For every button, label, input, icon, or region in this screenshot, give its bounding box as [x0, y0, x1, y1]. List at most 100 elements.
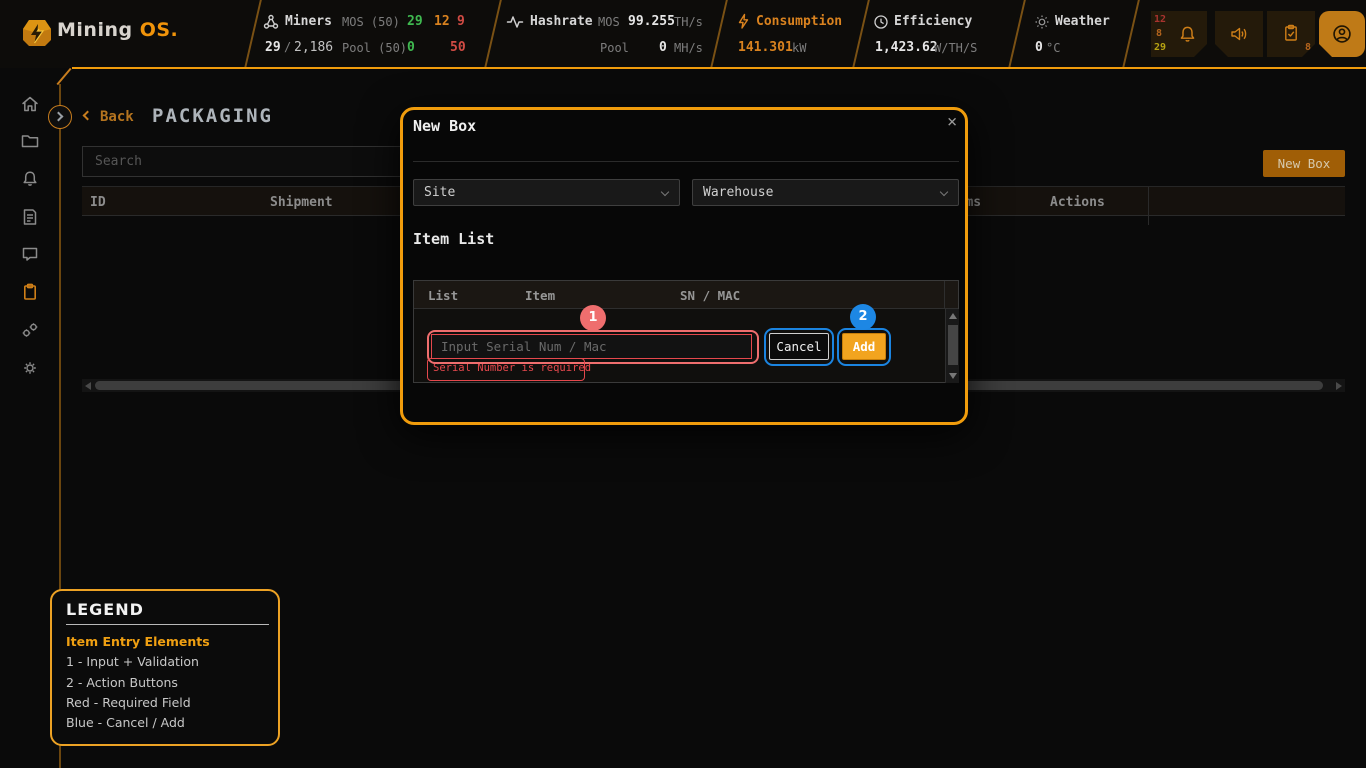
hashrate-pool-unit: MH/s [674, 41, 703, 55]
miners-count-divider: / [284, 40, 291, 54]
miners-count: 29 [265, 40, 281, 55]
sidebar-toggle-button[interactable] [48, 105, 72, 129]
sound-button[interactable] [1215, 11, 1263, 57]
miners-pool-label: Pool (50) [342, 41, 407, 55]
miners-mos-label: MOS (50) [342, 15, 400, 29]
column-header-item: Item [525, 288, 555, 303]
modal-close-icon[interactable]: × [947, 112, 957, 132]
scrollbar-thumb[interactable] [948, 325, 958, 365]
scroll-left-icon[interactable] [85, 382, 91, 390]
mining-os-logo-icon [20, 16, 54, 50]
brand-title: Mining OS. [57, 19, 178, 41]
top-header: Mining OS. Miners MOS (50) 29 12 9 29 / … [0, 0, 1366, 68]
chevron-right-icon [54, 112, 64, 122]
hashrate-pool-value: 0 [659, 40, 667, 55]
efficiency-icon [873, 14, 889, 30]
miners-mos-warn: 12 [434, 14, 450, 29]
user-button[interactable] [1319, 11, 1365, 57]
hashrate-title: Hashrate [530, 14, 593, 29]
add-button[interactable]: Add [842, 333, 886, 360]
header-underline [72, 67, 1366, 69]
brand-primary: Mining [57, 19, 133, 41]
efficiency-value: 1,423.62 [875, 40, 938, 55]
miners-mos-ok: 29 [407, 14, 423, 29]
sidebar-item-alerts[interactable] [20, 169, 40, 189]
warehouse-select[interactable]: Warehouse [692, 179, 959, 206]
efficiency-unit: W/TH/S [934, 41, 977, 55]
tasks-button[interactable]: 8 [1267, 11, 1315, 57]
legend-title: LEGEND [66, 600, 144, 619]
miners-icon [262, 13, 280, 31]
column-header-sn-mac: SN / MAC [680, 288, 740, 303]
serial-number-input[interactable] [431, 334, 752, 359]
back-chevron-icon[interactable] [83, 111, 93, 121]
weather-stat-segment: Weather 0 °C [1030, 0, 1130, 68]
header-separator [710, 0, 728, 68]
miners-title: Miners [285, 14, 332, 29]
annotation-badge-2: 2 [850, 304, 876, 330]
back-link[interactable]: Back [100, 109, 134, 125]
column-divider [944, 281, 945, 309]
legend-item: Blue - Cancel / Add [66, 715, 185, 730]
sidebar-item-settings[interactable] [20, 358, 40, 378]
miners-pool-err: 50 [450, 40, 466, 55]
sidebar-item-packaging[interactable] [20, 282, 40, 302]
sidebar-item-integrations[interactable] [20, 320, 40, 340]
column-header-list: List [428, 288, 458, 303]
consumption-value: 141.301 [738, 40, 793, 55]
sidebar-item-folder[interactable] [20, 131, 40, 151]
efficiency-stat-segment: Efficiency 1,423.62 W/TH/S [868, 0, 1008, 68]
chevron-down-icon [661, 188, 669, 196]
header-separator [1008, 0, 1026, 68]
notifications-badge-red: 12 [1154, 15, 1166, 25]
legend-panel: LEGEND Item Entry Elements 1 - Input + V… [50, 589, 280, 746]
consumption-stat-segment: Consumption 141.301 kW [730, 0, 860, 68]
item-list-heading: Item List [413, 230, 494, 248]
sidebar-item-messages[interactable] [20, 244, 40, 264]
screen: Mining OS. Miners MOS (50) 29 12 9 29 / … [0, 0, 1366, 768]
sidebar-item-reports[interactable] [20, 207, 40, 227]
legend-item: Red - Required Field [66, 695, 191, 710]
miners-pool-ok: 0 [407, 40, 415, 55]
brand-accent: OS. [140, 19, 179, 41]
miners-mos-err: 9 [457, 14, 465, 29]
annotation-badge-1: 1 [580, 305, 606, 331]
sidebar-item-home[interactable] [20, 94, 40, 114]
weather-unit: °C [1046, 41, 1060, 55]
warehouse-select-value: Warehouse [703, 185, 773, 200]
new-box-button[interactable]: New Box [1263, 150, 1345, 177]
consumption-icon [735, 13, 752, 30]
miners-stat-segment: Miners MOS (50) 29 12 9 29 / 2,186 Pool … [250, 0, 490, 68]
bell-icon [1177, 24, 1198, 45]
weather-value: 0 [1035, 40, 1043, 55]
miners-total: 2,186 [294, 40, 333, 55]
speaker-icon [1229, 24, 1249, 44]
consumption-unit: kW [792, 41, 806, 55]
efficiency-title: Efficiency [894, 14, 972, 29]
hashrate-mos-unit: TH/s [674, 15, 703, 29]
tasks-badge: 8 [1305, 43, 1311, 53]
user-icon [1331, 23, 1353, 45]
modal-divider [413, 161, 959, 162]
chevron-down-icon [940, 188, 948, 196]
page-title: PACKAGING [152, 105, 273, 127]
scroll-down-icon[interactable] [949, 373, 957, 379]
column-header-id: ID [90, 195, 106, 210]
hashrate-pool-label: Pool [600, 41, 629, 55]
notifications-button[interactable]: 12 8 29 [1151, 11, 1207, 57]
weather-title: Weather [1055, 14, 1110, 29]
legend-subtitle: Item Entry Elements [66, 634, 210, 649]
column-header-shipment: Shipment [270, 195, 333, 210]
item-list-vertical-scrollbar[interactable] [945, 309, 959, 383]
scroll-up-icon[interactable] [949, 313, 957, 319]
site-select[interactable]: Site [413, 179, 680, 206]
column-divider [1148, 187, 1149, 225]
legend-item: 1 - Input + Validation [66, 654, 199, 669]
cancel-button[interactable]: Cancel [769, 333, 829, 360]
notifications-badge-orange: 8 [1156, 29, 1162, 39]
scroll-right-icon[interactable] [1336, 382, 1342, 390]
legend-divider [66, 624, 269, 625]
hashrate-mos-label: MOS [598, 15, 620, 29]
new-box-modal: New Box × Site Warehouse Item List List … [400, 107, 968, 425]
legend-item: 2 - Action Buttons [66, 675, 178, 690]
